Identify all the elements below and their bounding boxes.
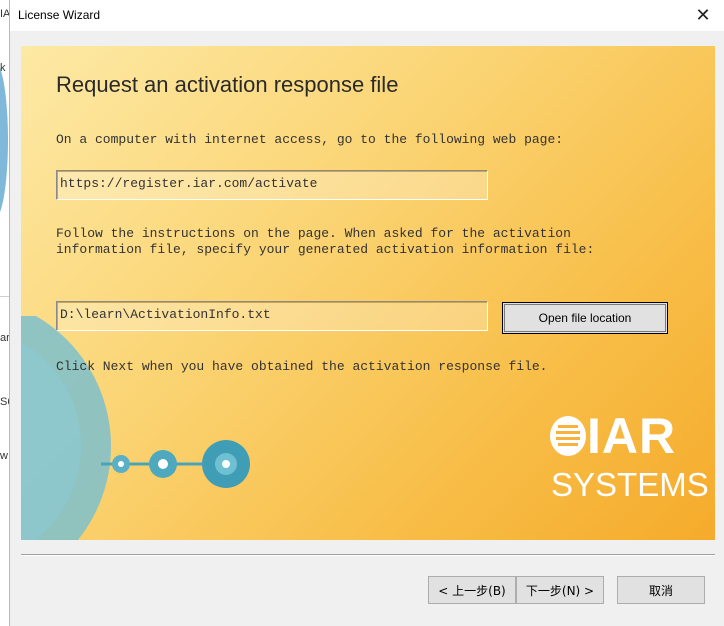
background-graphic bbox=[0, 60, 8, 220]
iar-systems-logo: IAR SYSTEMS bbox=[549, 408, 709, 511]
activation-url-field[interactable]: https://register.iar.com/activate bbox=[56, 170, 488, 200]
logo-text-systems: SYSTEMS bbox=[551, 466, 709, 503]
title-bar[interactable]: License Wizard ✕ bbox=[10, 0, 724, 31]
close-icon: ✕ bbox=[695, 5, 711, 25]
iar-logo-mark-icon bbox=[550, 416, 586, 456]
instruction-web-page: On a computer with internet access, go t… bbox=[56, 132, 564, 147]
next-button[interactable]: 下一步(N) > bbox=[516, 576, 604, 604]
license-wizard-dialog: License Wizard ✕ Request an activation r… bbox=[9, 0, 724, 626]
open-file-location-button[interactable]: Open file location bbox=[502, 302, 668, 334]
instruction-click-next: Click Next when you have obtained the ac… bbox=[56, 359, 548, 374]
instruction-activation-file: Follow the instructions on the page. Whe… bbox=[56, 226, 595, 257]
background-text-fragment: w bbox=[0, 450, 8, 462]
activation-info-path-field[interactable]: D:\learn\ActivationInfo.txt bbox=[56, 301, 488, 331]
wizard-content-panel: Request an activation response file On a… bbox=[21, 46, 715, 540]
cancel-button[interactable]: 取消 bbox=[617, 576, 705, 604]
logo-text-iar: IAR bbox=[587, 408, 677, 464]
close-button[interactable]: ✕ bbox=[681, 0, 724, 31]
page-heading: Request an activation response file bbox=[56, 72, 399, 97]
footer-separator bbox=[21, 554, 715, 556]
background-text-fragment: k bbox=[0, 62, 6, 74]
window-title: License Wizard bbox=[18, 8, 101, 22]
disc-graphic-icon bbox=[21, 316, 250, 540]
back-button[interactable]: < 上一步(B) bbox=[428, 576, 516, 604]
